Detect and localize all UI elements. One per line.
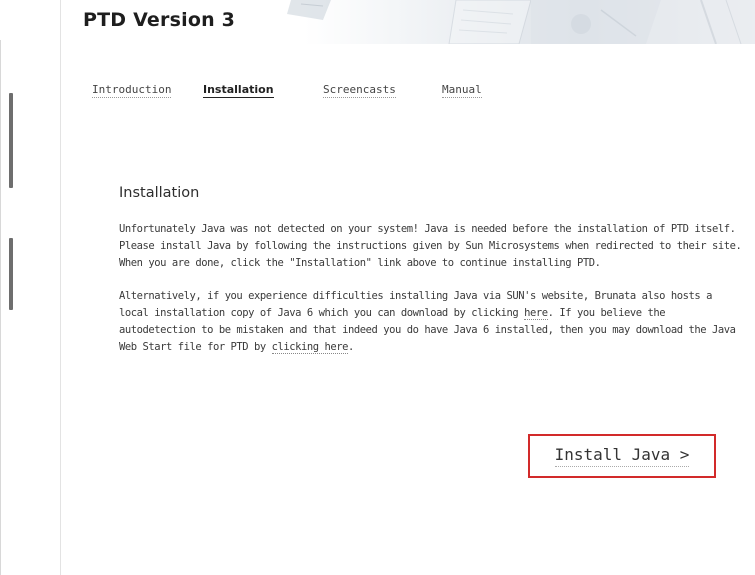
install-java-label: Install Java >	[554, 445, 690, 467]
page-header: PTD Version 3	[61, 0, 755, 44]
download-java-here-link[interactable]: here	[524, 307, 548, 320]
java-missing-paragraph: Unfortunately Java was not detected on y…	[119, 223, 742, 269]
left-frame-scroll-handle-lower[interactable]	[9, 238, 13, 310]
nav-link-screencasts[interactable]: Screencasts	[323, 83, 396, 98]
alternative-download-paragraph: Alternatively, if you experience difficu…	[119, 288, 744, 356]
install-java-button[interactable]: Install Java >	[528, 434, 716, 478]
page-container: PTD Version 3 Introduction Installation …	[60, 0, 755, 575]
java-web-start-link[interactable]: clicking here	[271, 341, 348, 354]
main-content: Installation Unfortunately Java was not …	[119, 185, 744, 372]
para2-text-3: .	[348, 341, 354, 353]
left-frame-edge	[0, 40, 1, 575]
left-frame-scroll-handle-upper[interactable]	[9, 93, 13, 188]
page-title: PTD Version 3	[83, 9, 236, 31]
nav-link-introduction[interactable]: Introduction	[92, 83, 172, 98]
section-heading: Installation	[119, 185, 200, 201]
nav-link-manual[interactable]: Manual	[442, 83, 482, 98]
nav-link-installation[interactable]: Installation	[203, 83, 274, 98]
browser-viewport: PTD Version 3 Introduction Installation …	[0, 0, 755, 575]
